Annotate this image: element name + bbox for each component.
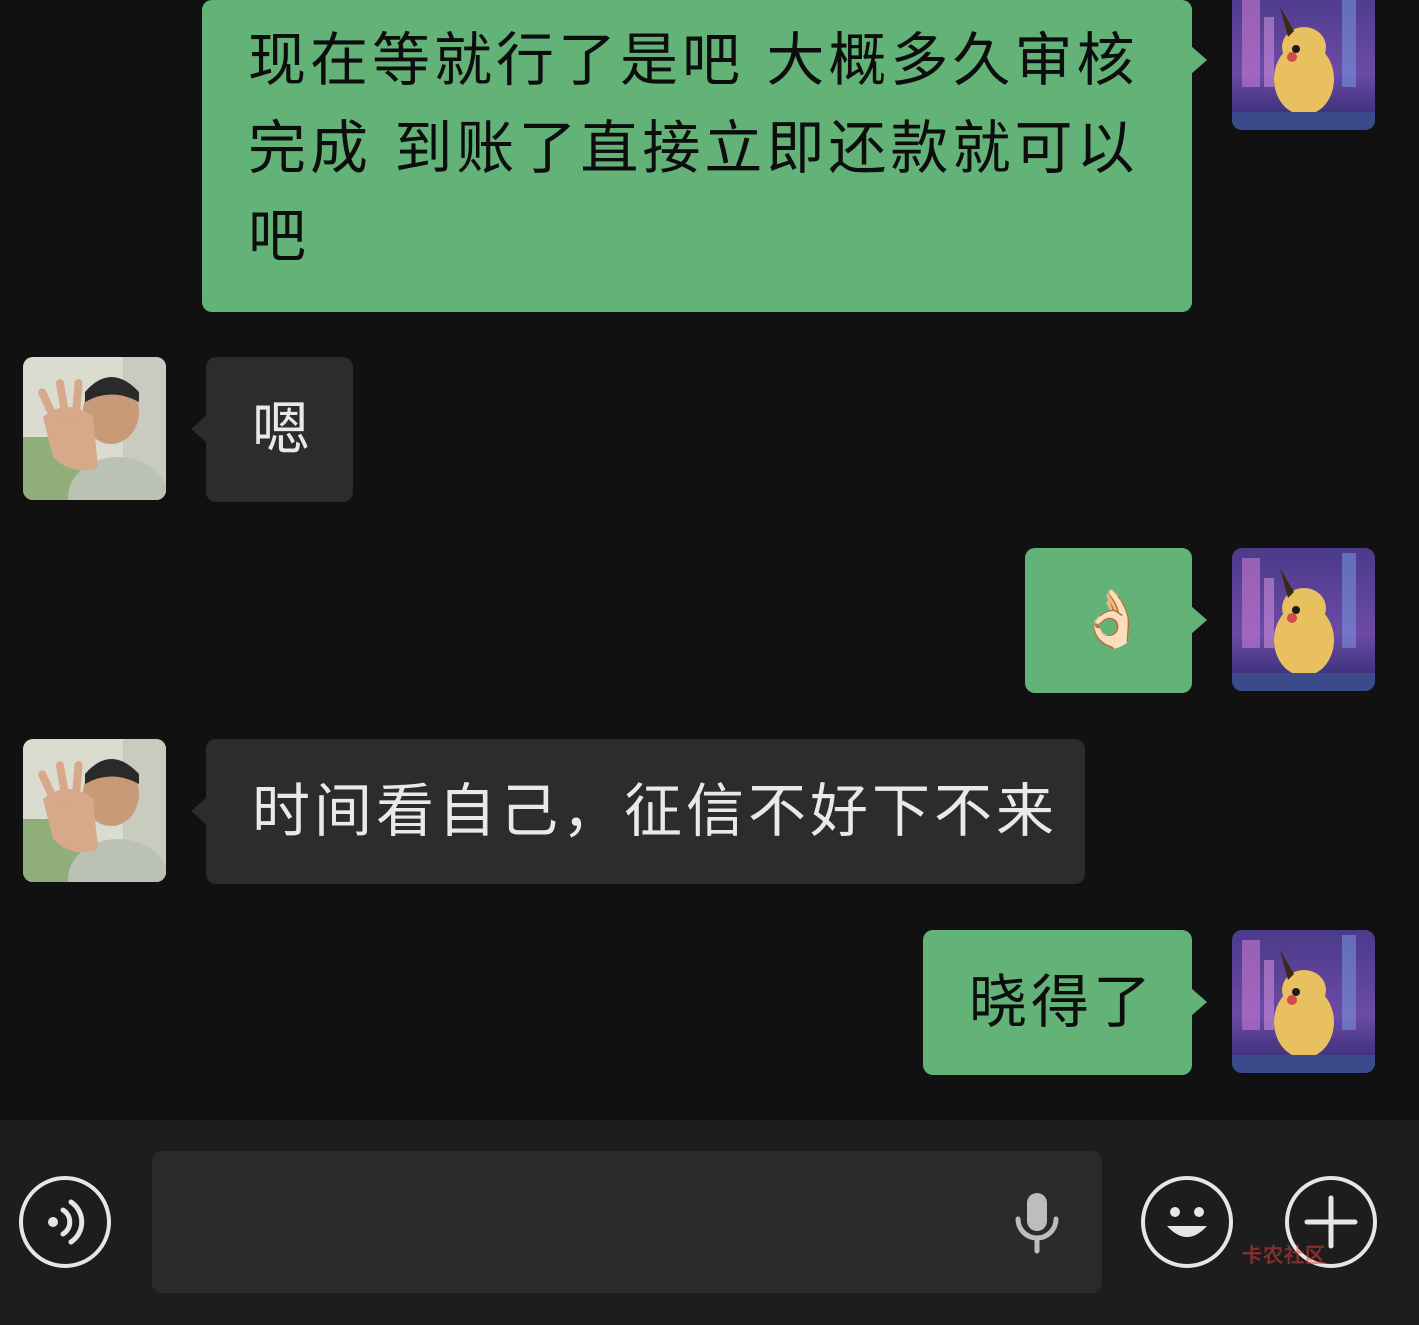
- message-bubble-sent[interactable]: 现在等就行了是吧 大概多久审核 完成 到账了直接立即还款就可以 吧: [202, 0, 1192, 312]
- bubble-tail: [191, 415, 207, 443]
- message-text: 嗯: [252, 395, 315, 463]
- message-bubble-received[interactable]: 嗯: [206, 357, 353, 502]
- message-bubble-sent[interactable]: 👌🏻: [1025, 548, 1192, 693]
- bubble-tail: [1191, 46, 1207, 74]
- bubble-tail: [1191, 606, 1207, 634]
- message-line: 完成 到账了直接立即还款就可以: [248, 114, 1139, 182]
- bubble-tail: [1191, 988, 1207, 1016]
- message-input[interactable]: [152, 1151, 1102, 1293]
- voice-toggle-button[interactable]: [19, 1176, 111, 1268]
- watermark-text: 卡农社区: [1242, 1243, 1326, 1267]
- bubble-tail: [191, 797, 207, 825]
- message-bubble-sent[interactable]: 晓得了: [923, 930, 1192, 1075]
- chat-message-list: 现在等就行了是吧 大概多久审核 完成 到账了直接立即还款就可以 吧 嗯 👌🏻 时…: [0, 0, 1419, 1120]
- chat-input-bar: 卡农社区: [0, 1120, 1419, 1325]
- message-text: 晓得了: [969, 968, 1156, 1036]
- microphone-icon[interactable]: [1012, 1189, 1062, 1259]
- pikachu-avatar-image: [1232, 0, 1375, 130]
- avatar-self[interactable]: [1232, 930, 1375, 1073]
- avatar-contact[interactable]: [23, 739, 166, 882]
- contact-avatar-image: [23, 357, 166, 500]
- avatar-contact[interactable]: [23, 357, 166, 500]
- pikachu-avatar-image: [1232, 548, 1375, 691]
- emoji-button[interactable]: [1141, 1176, 1233, 1268]
- avatar-self[interactable]: [1232, 0, 1375, 130]
- message-text: 时间看自己，征信不好下不来: [252, 777, 1059, 845]
- emoji-icon: [1167, 1207, 1207, 1237]
- avatar-self[interactable]: [1232, 548, 1375, 691]
- pikachu-avatar-image: [1232, 930, 1375, 1073]
- message-line: 吧: [248, 202, 311, 270]
- voice-icon: [48, 1199, 85, 1245]
- contact-avatar-image: [23, 739, 166, 882]
- ok-hand-emoji: 👌🏻: [1077, 587, 1151, 652]
- message-bubble-received[interactable]: 时间看自己，征信不好下不来: [206, 739, 1085, 884]
- message-line: 现在等就行了是吧 大概多久审核: [248, 26, 1139, 94]
